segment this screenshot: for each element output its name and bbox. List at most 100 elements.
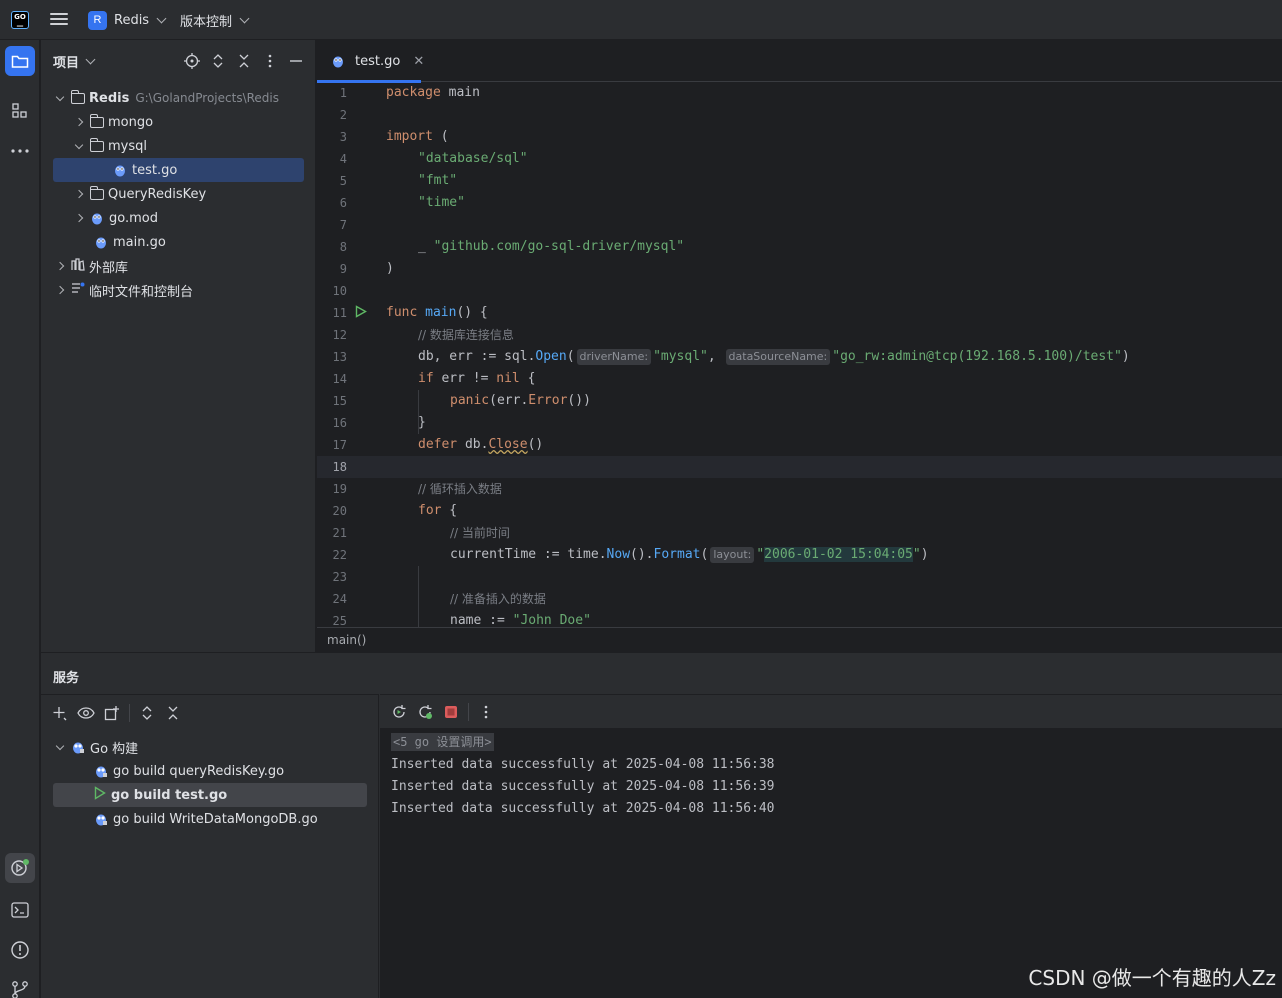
line-number: 11 <box>332 306 347 320</box>
indent-guide <box>418 566 419 627</box>
project-panel-title[interactable]: 项目 <box>53 52 79 71</box>
line-number: 5 <box>339 174 347 188</box>
project-path: G:\GolandProjects\Redis <box>135 91 279 105</box>
line-number: 15 <box>332 394 347 408</box>
tree-item-mongo[interactable]: mongo <box>53 110 304 134</box>
chevron-right-icon[interactable] <box>72 115 86 129</box>
close-icon[interactable]: ✕ <box>413 54 424 69</box>
git-icon[interactable] <box>5 975 35 998</box>
line-number: 18 <box>332 460 347 474</box>
tree-item-external-libraries[interactable]: 外部库 <box>53 254 304 278</box>
code-line-13: db, err := sql.Open(driverName: "mysql", … <box>418 349 1130 365</box>
line-number: 16 <box>332 416 347 430</box>
new-group-icon[interactable] <box>103 704 121 722</box>
line-number: 19 <box>332 482 347 496</box>
options-icon[interactable] <box>261 52 279 70</box>
chevron-right-icon[interactable] <box>72 211 86 225</box>
goland-logo-icon[interactable]: GO — <box>11 11 29 30</box>
collapse-all-icon[interactable] <box>235 52 253 70</box>
code-area[interactable]: package main import ( "database/sql" "fm… <box>386 82 1282 627</box>
chevron-down-icon[interactable] <box>85 54 96 64</box>
go-mod-icon <box>90 211 104 225</box>
options-icon[interactable] <box>477 703 495 721</box>
rerun-icon[interactable] <box>390 703 408 721</box>
line-number: 4 <box>339 152 347 166</box>
project-switcher[interactable]: R Redis <box>88 10 167 30</box>
expand-all-icon[interactable] <box>138 704 156 722</box>
breadcrumb[interactable]: main() <box>317 627 1282 652</box>
code-line-22: currentTime := time.Now().Format(layout:… <box>450 547 929 563</box>
run-icon[interactable] <box>355 305 367 318</box>
go-file-icon <box>113 163 127 177</box>
tree-item-scratches[interactable]: 临时文件和控制台 <box>53 278 304 302</box>
tree-item-queryrediskey[interactable]: QueryRedisKey <box>53 182 304 206</box>
code-line-11: func main() { <box>386 305 488 320</box>
tab-test-go[interactable]: test.go ✕ <box>317 40 424 83</box>
tree-item-go-mod[interactable]: go.mod <box>53 206 304 230</box>
add-service-icon[interactable] <box>51 704 69 722</box>
code-line-12: // 数据库连接信息 <box>418 328 514 342</box>
toolbar-separator <box>129 704 130 722</box>
toolbar-separator <box>468 702 469 721</box>
expand-all-icon[interactable] <box>209 52 227 70</box>
chevron-right-icon[interactable] <box>72 187 86 201</box>
console-line: Inserted data successfully at 2025-04-08… <box>391 779 775 794</box>
locate-icon[interactable] <box>183 52 201 70</box>
line-number: 23 <box>332 570 347 584</box>
stop-icon[interactable] <box>442 703 460 721</box>
console[interactable]: <5 go 设置调用> Inserted data successfully a… <box>380 694 1282 998</box>
chevron-down-icon <box>239 13 250 23</box>
line-number: 3 <box>339 130 347 144</box>
code-line-19: // 循环插入数据 <box>418 482 502 496</box>
console-fold-line[interactable]: <5 go 设置调用> <box>391 732 1282 754</box>
tree-item-label: Redis <box>89 90 130 106</box>
terminal-icon[interactable] <box>5 895 35 925</box>
services-icon[interactable] <box>5 853 35 883</box>
watermark: CSDN @做一个有趣的人Zz <box>1028 966 1276 990</box>
service-item-test-go[interactable]: go build test.go <box>53 783 367 807</box>
tree-item-main-go[interactable]: main.go <box>53 230 304 254</box>
vcs-menu[interactable]: 版本控制 <box>180 10 250 30</box>
chevron-down-icon <box>156 13 167 23</box>
tree-item-test-go[interactable]: test.go <box>53 158 304 182</box>
fold-header[interactable]: <5 go 设置调用> <box>391 733 494 751</box>
tree-item-redis[interactable]: Redis G:\GolandProjects\Redis <box>53 86 304 110</box>
rerun-failed-icon[interactable] <box>416 703 434 721</box>
folder-icon <box>90 185 104 200</box>
services-panel: 服务 Go 构建 go build queryRedisKey.go go bu… <box>41 652 1282 998</box>
chevron-right-icon[interactable] <box>53 283 67 297</box>
hide-icon[interactable] <box>287 52 305 70</box>
eye-icon[interactable] <box>77 704 95 722</box>
line-number: 21 <box>332 526 347 540</box>
folder-icon <box>90 137 104 152</box>
folder-icon[interactable] <box>5 46 35 76</box>
go-file-icon <box>331 54 345 68</box>
chevron-down-icon[interactable] <box>72 139 86 153</box>
project-panel-header: 项目 <box>41 40 315 82</box>
editor-tab-bar: test.go ✕ <box>317 40 1282 83</box>
param-hint: dataSourceName: <box>725 349 831 365</box>
code-line-14: if err != nil { <box>418 371 536 386</box>
service-item-queryrediskey[interactable]: go build queryRedisKey.go <box>53 759 367 783</box>
chevron-down-icon[interactable] <box>53 740 67 754</box>
main-menu-icon[interactable] <box>48 10 70 30</box>
code-line-1: package main <box>386 85 480 100</box>
console-output: <5 go 设置调用> Inserted data successfully a… <box>380 729 1282 820</box>
service-group-go-build[interactable]: Go 构建 <box>53 735 367 759</box>
code-line-15: panic(err.Error()) <box>450 393 591 408</box>
chevron-right-icon[interactable] <box>53 259 67 273</box>
code-line-6: "time" <box>418 195 465 210</box>
service-item-writedatamongodb[interactable]: go build WriteDataMongoDB.go <box>53 807 367 831</box>
chevron-down-icon[interactable] <box>53 91 67 105</box>
line-number: 17 <box>332 438 347 452</box>
line-number: 24 <box>332 592 347 606</box>
line-number: 13 <box>332 350 347 364</box>
code-line-25: name := "John Doe" <box>450 613 591 627</box>
more-icon[interactable] <box>5 136 35 166</box>
problems-icon[interactable] <box>5 935 35 965</box>
code-line-5: "fmt" <box>418 173 458 188</box>
collapse-all-icon[interactable] <box>164 704 182 722</box>
param-hint: driverName: <box>576 349 652 365</box>
tree-item-mysql[interactable]: mysql <box>53 134 304 158</box>
structure-icon[interactable] <box>5 96 35 126</box>
